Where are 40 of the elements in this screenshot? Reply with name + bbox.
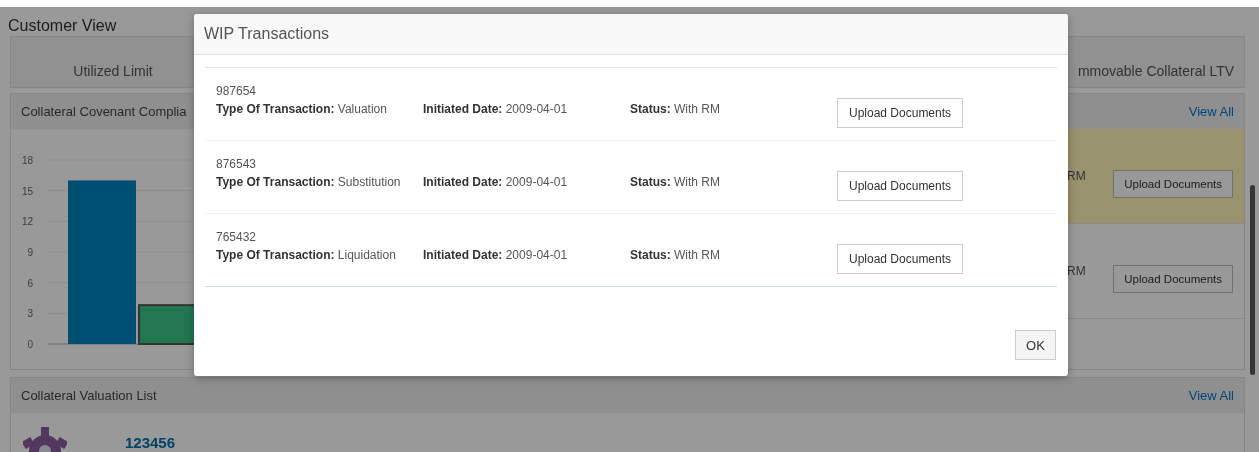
transaction-field: Type Of Transaction: Liquidation: [216, 248, 423, 262]
transaction-field: Initiated Date: 2009-04-01: [423, 102, 630, 116]
tick-label: 9: [27, 247, 33, 258]
upload-documents-button[interactable]: Upload Documents: [837, 98, 964, 128]
panel-title: Collateral Valuation List: [21, 388, 157, 403]
tick-label: 0: [27, 339, 33, 350]
status-text: RM: [1067, 264, 1086, 278]
kpi-label: mmovable Collateral LTV: [1077, 63, 1235, 79]
transaction-field: Initiated Date: 2009-04-01: [423, 175, 630, 189]
transaction-id: 876543: [216, 157, 258, 171]
upload-documents-button[interactable]: Upload Documents: [837, 244, 964, 274]
upload-documents-button[interactable]: Upload Documents: [837, 171, 964, 201]
tick-label: 3: [27, 308, 33, 320]
page-title: Customer View: [8, 16, 117, 36]
upload-documents-button[interactable]: Upload Documents: [1113, 170, 1233, 198]
list-row[interactable]: RM Upload Documents: [1067, 129, 1244, 224]
gear-icon: [23, 427, 67, 452]
panel-title: Collateral Covenant Complia: [21, 104, 187, 119]
transaction-id: 765432: [216, 230, 258, 244]
transaction-field: Status: With RM: [630, 102, 837, 116]
ok-button[interactable]: OK: [1015, 330, 1056, 360]
kpi-label: Utilized Limit: [73, 63, 153, 79]
transaction-id: 987654: [216, 84, 258, 98]
tick-label: 12: [21, 216, 33, 228]
status-text: RM: [1067, 169, 1086, 183]
tick-label: 18: [21, 155, 33, 166]
transaction-field: Status: With RM: [630, 248, 837, 262]
upload-documents-button[interactable]: Upload Documents: [1113, 265, 1233, 293]
view-all-link[interactable]: View All: [1188, 388, 1234, 403]
view-all-link[interactable]: View All: [1188, 104, 1234, 119]
transaction-field: Type Of Transaction: Valuation: [216, 102, 423, 116]
dialog-title: WIP Transactions: [204, 25, 330, 43]
transaction-field: Type Of Transaction: Substitution: [216, 175, 423, 189]
scrollbar[interactable]: [1250, 185, 1255, 375]
transaction-field: Status: With RM: [630, 175, 837, 189]
tick-label: 15: [21, 185, 33, 197]
collateral-id-link[interactable]: 123456: [125, 434, 176, 451]
transaction-field: Initiated Date: 2009-04-01: [423, 248, 630, 262]
tick-label: 6: [27, 277, 33, 289]
chart-bar: [138, 304, 194, 345]
